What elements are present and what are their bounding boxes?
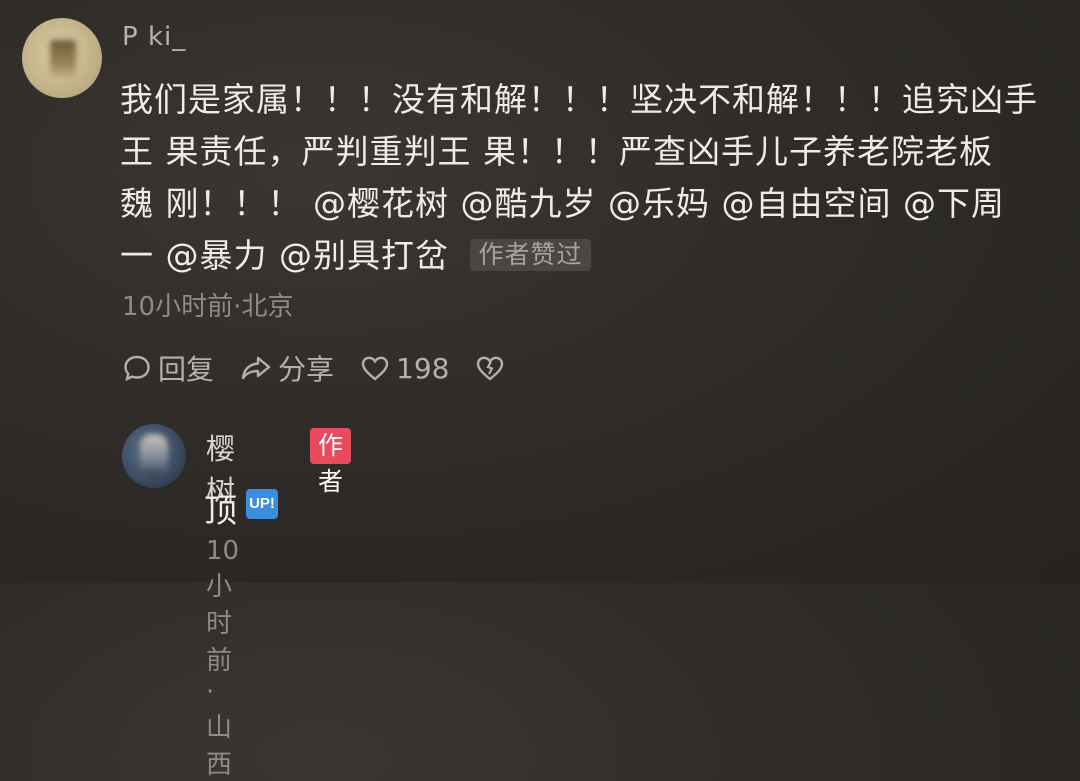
comment-text-line: 我们是家属！！！没有和解！！！坚决不和解！！！追究凶手 — [120, 80, 1038, 119]
avatar[interactable] — [22, 18, 102, 98]
share-label: 分享 — [278, 353, 335, 386]
author-liked-badge: 作者赞过 — [470, 239, 591, 271]
comment-text: 我们是家属！！！没有和解！！！坚决不和解！！！追究凶手 王 果责任，严判重判王 … — [120, 74, 1050, 282]
comment-meta: 10小时前·北京 — [122, 292, 294, 322]
comment-text-line: 一 @暴力 @别具打岔 — [120, 236, 449, 275]
reply-label: 回复 — [158, 353, 215, 386]
dislike-button[interactable] — [475, 353, 511, 383]
share-button[interactable]: 分享 — [240, 348, 334, 388]
comment-text-line: 王 果责任，严判重判王 果！！！严查凶手儿子养老院老板 — [120, 132, 993, 171]
up-badge: UP! — [246, 489, 278, 519]
reply-avatar[interactable] — [122, 424, 186, 488]
dislike-icon — [477, 356, 504, 381]
like-button[interactable]: 198 — [360, 352, 449, 385]
reply-meta: 10小时前·山西 — [206, 536, 240, 780]
comment-icon — [124, 355, 150, 382]
like-count: 198 — [396, 351, 450, 385]
comment-username[interactable]: P ki_ — [122, 22, 186, 52]
comment-text-line: 魏 刚！！！ @樱花树 @酷九岁 @乐妈 @自由空间 @下周 — [120, 184, 1005, 223]
reply-button[interactable]: 回复 — [122, 348, 214, 388]
comment-actions: 回复 分享 198 — [122, 348, 537, 388]
heart-icon — [361, 356, 389, 381]
author-tag: 作者 — [310, 428, 352, 496]
share-icon — [241, 356, 271, 380]
reply-text: 顶 — [204, 491, 237, 530]
